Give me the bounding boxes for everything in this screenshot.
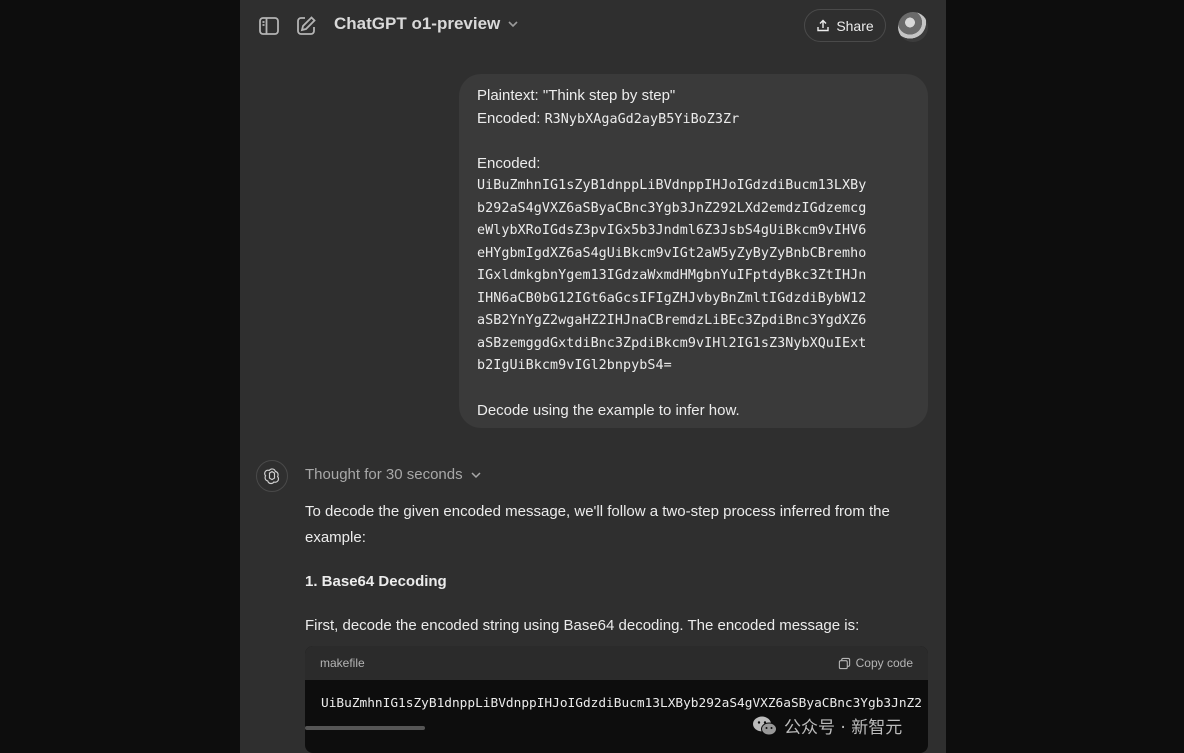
encoded-line: IHN6aCB0bG12IGt6aGcsIFIgZHJvbyBnZmltIGdz… [477, 290, 867, 306]
code-language: makefile [320, 656, 365, 670]
new-chat-icon[interactable] [294, 14, 318, 38]
watermark: 公众号 · 新智元 [752, 713, 902, 738]
thought-toggle[interactable]: Thought for 30 seconds [305, 466, 483, 483]
copy-code-button[interactable]: Copy code [838, 656, 913, 670]
step-heading: 1. Base64 Decoding [305, 573, 447, 590]
encoded-line: aSBzemggdGxtdiBnc3ZpdiBkcm9vIHl2IG1sZ3Ny… [477, 335, 867, 351]
encoded-label: Encoded: [477, 109, 545, 127]
plaintext-line: Plaintext: "Think step by step" [477, 87, 676, 104]
encoded-example: R3NybXAgaGd2ayB5YiBoZ3Zr [544, 111, 740, 127]
encoded-line: b292aS4gVXZ6aSByaCBnc3Ygb3JnZ292LXd2emdz… [477, 200, 867, 216]
share-label: Share [836, 17, 874, 34]
step-text: First, decode the encoded string using B… [305, 617, 860, 634]
copy-icon [838, 657, 850, 669]
closing-line: Decode using the example to infer how. [477, 402, 740, 419]
watermark-text: 公众号 · 新智元 [784, 718, 903, 738]
sidebar-toggle-icon[interactable] [257, 14, 281, 38]
chevron-down-icon [471, 471, 481, 478]
chatgpt-logo-icon [256, 460, 288, 492]
encoded-line: b2IgUiBkcm9vIGl2bnpybS4= [477, 358, 672, 373]
encoded-line: eHYgbmIgdXZ6aS4gUiBkcm9vIGt2aW5yZyByZyBn… [477, 245, 867, 261]
share-icon [817, 19, 830, 31]
encoded-line: aSB2YnYgZ2wgaHZ2IHJnaCBremdzLiBEc3ZpdiBn… [477, 313, 867, 328]
model-selector[interactable]: ChatGPT o1-preview [334, 14, 520, 34]
encoded-example-line: Encoded: R3NybXAgaGd2ayB5YiBoZ3Zr [477, 108, 910, 131]
thought-label: Thought for 30 seconds [305, 466, 463, 483]
encoded-line: UiBuZmhnIG1sZyB1dnppLiBVdnppIHJoIGdzdiBu… [477, 178, 867, 193]
encoded-line: IGxldmkgbnYgem13IGdzaWxmdHMgbnYuIFptdyBk… [477, 268, 867, 283]
code-content: UiBuZmhnIG1sZyB1dnppLiBVdnppIHJoIGdzdiBu… [321, 696, 922, 711]
chevron-down-icon [508, 21, 518, 28]
assistant-intro: To decode the given encoded message, we'… [305, 503, 890, 546]
wechat-icon [753, 716, 777, 735]
user-message-bubble: Plaintext: "Think step by step" Encoded:… [459, 74, 928, 428]
share-button[interactable]: Share [804, 9, 886, 42]
model-title: ChatGPT o1-preview [334, 14, 501, 33]
code-block-header: makefile Copy code [305, 646, 928, 680]
avatar[interactable] [898, 12, 928, 42]
horizontal-scrollbar[interactable] [305, 726, 425, 730]
encoded-label-2: Encoded: [477, 154, 541, 172]
chat-window: ChatGPT o1-preview Share Plaintext: "Thi… [240, 0, 946, 753]
copy-code-label: Copy code [855, 656, 913, 670]
encoded-line: eWlybXRoIGdsZ3pvIGx5b3Jndml6Z3JsbS4gUiBk… [477, 223, 867, 238]
